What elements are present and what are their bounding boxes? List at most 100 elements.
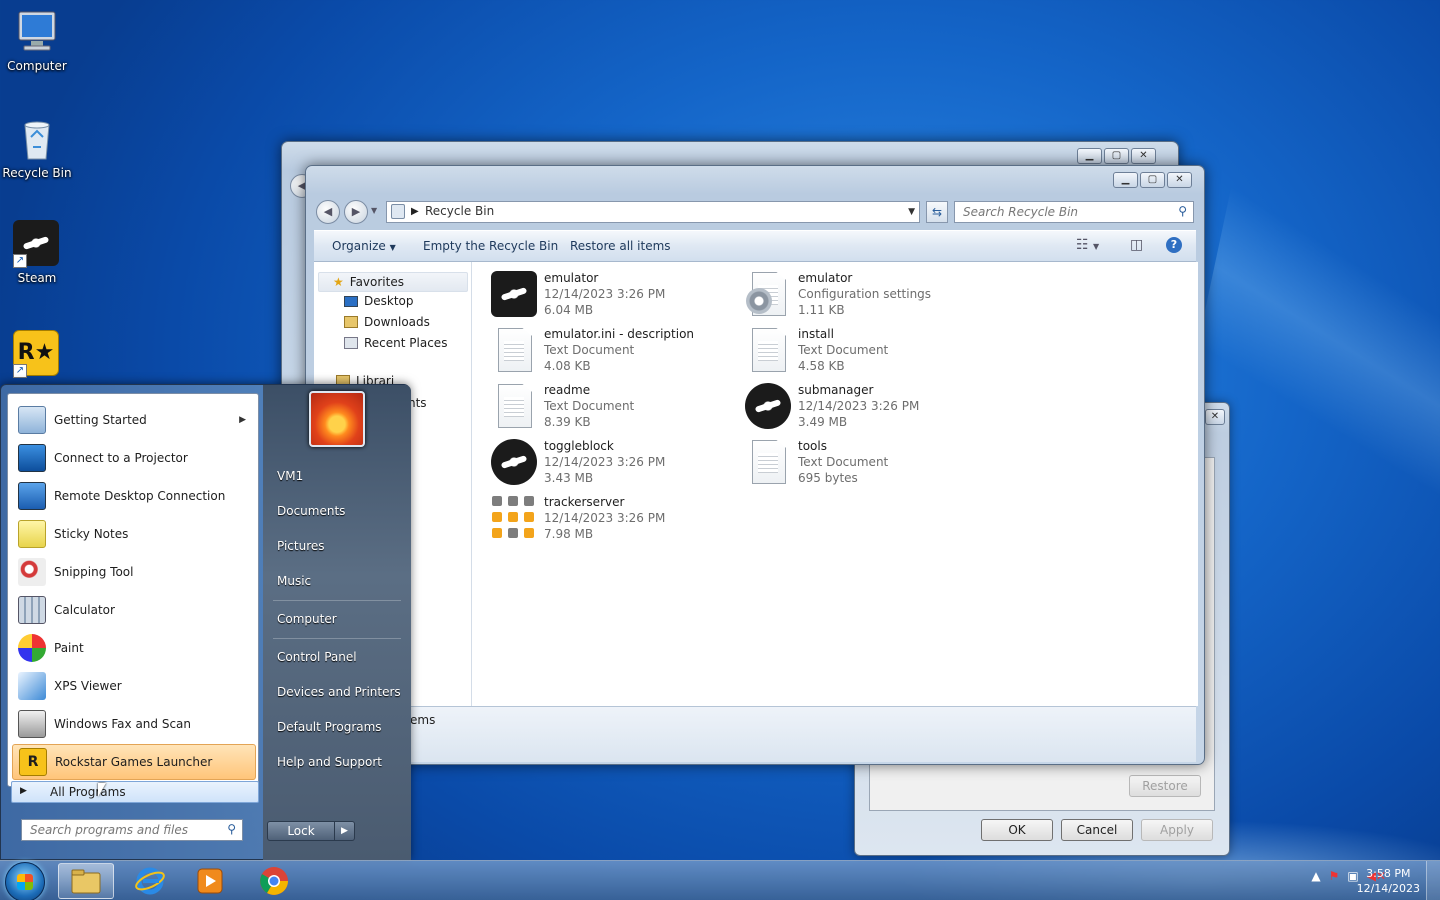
recent-pages-icon[interactable]: ▼ [371,206,377,215]
chevron-right-icon[interactable]: ▶ [411,202,419,222]
apply-button[interactable]: Apply [1141,819,1213,841]
desktop-icon-steam[interactable]: ↗ Steam [0,220,74,285]
place-user[interactable]: VM1 [277,469,303,483]
nav-favorites[interactable]: ★ Favorites [318,272,468,292]
user-picture[interactable] [309,391,365,447]
search-icon[interactable]: ⚲ [1178,204,1187,218]
search-icon[interactable]: ⚲ [227,822,236,836]
program-remote-desktop[interactable]: Remote Desktop Connection [12,478,256,514]
ok-button[interactable]: OK [981,819,1053,841]
config-file-icon [744,270,792,318]
rockstar-icon: R [19,748,47,776]
desktop-icon-computer[interactable]: Computer [0,8,74,73]
place-control-panel[interactable]: Control Panel [277,650,357,664]
empty-recycle-bin-button[interactable]: Empty the Recycle Bin [423,239,558,253]
sticky-notes-icon [18,520,46,548]
program-calculator[interactable]: Calculator [12,592,256,628]
calculator-icon [18,596,46,624]
back-icon[interactable]: ◀ [316,200,340,224]
getting-started-icon [18,406,46,434]
cancel-button[interactable]: Cancel [1061,819,1133,841]
file-item[interactable]: trackerserver 12/14/2023 3:26 PM 7.98 MB [490,494,730,546]
nav-recent-places[interactable]: Recent Places [344,336,447,350]
file-item[interactable]: emulator Configuration settings 1.11 KB [744,270,984,322]
file-item[interactable]: submanager 12/14/2023 3:26 PM 3.49 MB [744,382,984,434]
place-pictures[interactable]: Pictures [277,539,325,553]
taskbar-chrome[interactable] [246,863,302,899]
program-getting-started[interactable]: Getting Started ▶ [12,402,256,438]
minimize-icon[interactable]: ▁ [1077,148,1102,164]
restore-button[interactable]: Restore [1129,775,1201,797]
chevron-right-icon: ▶ [239,415,246,425]
lock-button[interactable]: Lock [267,821,335,841]
internet-explorer-icon [135,867,165,895]
nav-desktop[interactable]: Desktop [344,294,414,308]
start-search-input[interactable]: Search programs and files ⚲ [21,819,243,841]
details-pane: ems [314,706,1196,762]
refresh-icon[interactable]: ⇆ [926,201,948,223]
file-item[interactable]: readme Text Document 8.39 KB [490,382,730,434]
folder-icon [71,869,101,894]
program-snipping-tool[interactable]: Snipping Tool [12,554,256,590]
file-item[interactable]: toggleblock 12/14/2023 3:26 PM 3.43 MB [490,438,730,490]
taskbar-explorer[interactable] [58,863,114,899]
organize-button[interactable]: Organize ▼ [332,239,396,253]
snipping-tool-icon [18,558,46,586]
address-bar[interactable]: ▶ Recycle Bin ▼ [386,201,920,223]
program-connect-projector[interactable]: Connect to a Projector [12,440,256,476]
desktop-icon-recycle-bin[interactable]: Recycle Bin [0,115,74,180]
close-icon[interactable]: ✕ [1131,148,1156,164]
place-music[interactable]: Music [277,574,311,588]
recycle-bin-window[interactable]: ▁ ▢ ✕ ◀ ▶ ▼ ▶ Recycle Bin ▼ ⇆ Search Rec… [305,165,1205,765]
file-item[interactable]: tools Text Document 695 bytes [744,438,984,490]
shutdown-options-icon[interactable]: ▶ [335,821,355,841]
lock-button-group: Lock ▶ [267,821,357,841]
recycle-bin-icon [13,115,61,163]
show-hidden-icons-icon[interactable]: ▲ [1311,869,1320,883]
file-item[interactable]: install Text Document 4.58 KB [744,326,984,378]
close-icon[interactable]: ✕ [1205,409,1225,425]
desktop-icon-rockstar[interactable]: R★ ↗ [0,330,74,381]
place-computer[interactable]: Computer [277,612,337,626]
program-rockstar-launcher[interactable]: R Rockstar Games Launcher [12,744,256,780]
file-item[interactable]: emulator.ini - description Text Document 4… [490,326,730,378]
help-icon[interactable]: ? [1166,237,1182,253]
place-devices-printers[interactable]: Devices and Printers [277,685,401,699]
restore-all-button[interactable]: Restore all items [570,239,671,253]
start-button[interactable] [5,862,45,900]
clock[interactable]: 3:58 PM 12/14/2023 [1357,866,1420,896]
all-programs-button[interactable]: ▶ All Programs [11,781,259,803]
program-xps-viewer[interactable]: XPS Viewer [12,668,256,704]
forward-icon[interactable]: ▶ [344,200,368,224]
taskbar-internet-explorer[interactable] [122,863,178,899]
place-help-support[interactable]: Help and Support [277,755,382,769]
close-icon[interactable]: ✕ [1167,172,1192,188]
preview-pane-icon[interactable]: ◫ [1130,237,1143,253]
computer-icon [13,8,61,56]
nav-downloads[interactable]: Downloads [344,315,430,329]
projector-icon [18,444,46,472]
show-desktop-button[interactable] [1426,861,1440,900]
place-documents[interactable]: Documents [277,504,345,518]
mouse-cursor-icon [98,783,106,797]
chevron-right-icon: ▶ [20,786,27,796]
star-icon: ★ [333,275,344,289]
program-sticky-notes[interactable]: Sticky Notes [12,516,256,552]
chevron-down-icon[interactable]: ▼ [908,202,915,222]
file-item[interactable]: emulator 12/14/2023 3:26 PM 6.04 MB [490,270,730,322]
start-menu: Getting Started ▶ Connect to a Projector … [0,384,411,861]
search-input[interactable]: Search Recycle Bin ⚲ [954,201,1194,223]
program-fax-scan[interactable]: Windows Fax and Scan [12,706,256,742]
minimize-icon[interactable]: ▁ [1113,172,1138,188]
media-player-icon [197,868,223,894]
recycle-bin-icon [391,204,405,219]
action-center-icon[interactable]: ⚑ [1329,869,1340,883]
remote-desktop-icon [18,482,46,510]
place-default-programs[interactable]: Default Programs [277,720,382,734]
maximize-icon[interactable]: ▢ [1140,172,1165,188]
view-options-icon[interactable]: ☷ ▼ [1076,237,1099,253]
program-paint[interactable]: Paint [12,630,256,666]
xps-viewer-icon [18,672,46,700]
taskbar-media-player[interactable] [182,863,238,899]
maximize-icon[interactable]: ▢ [1104,148,1129,164]
